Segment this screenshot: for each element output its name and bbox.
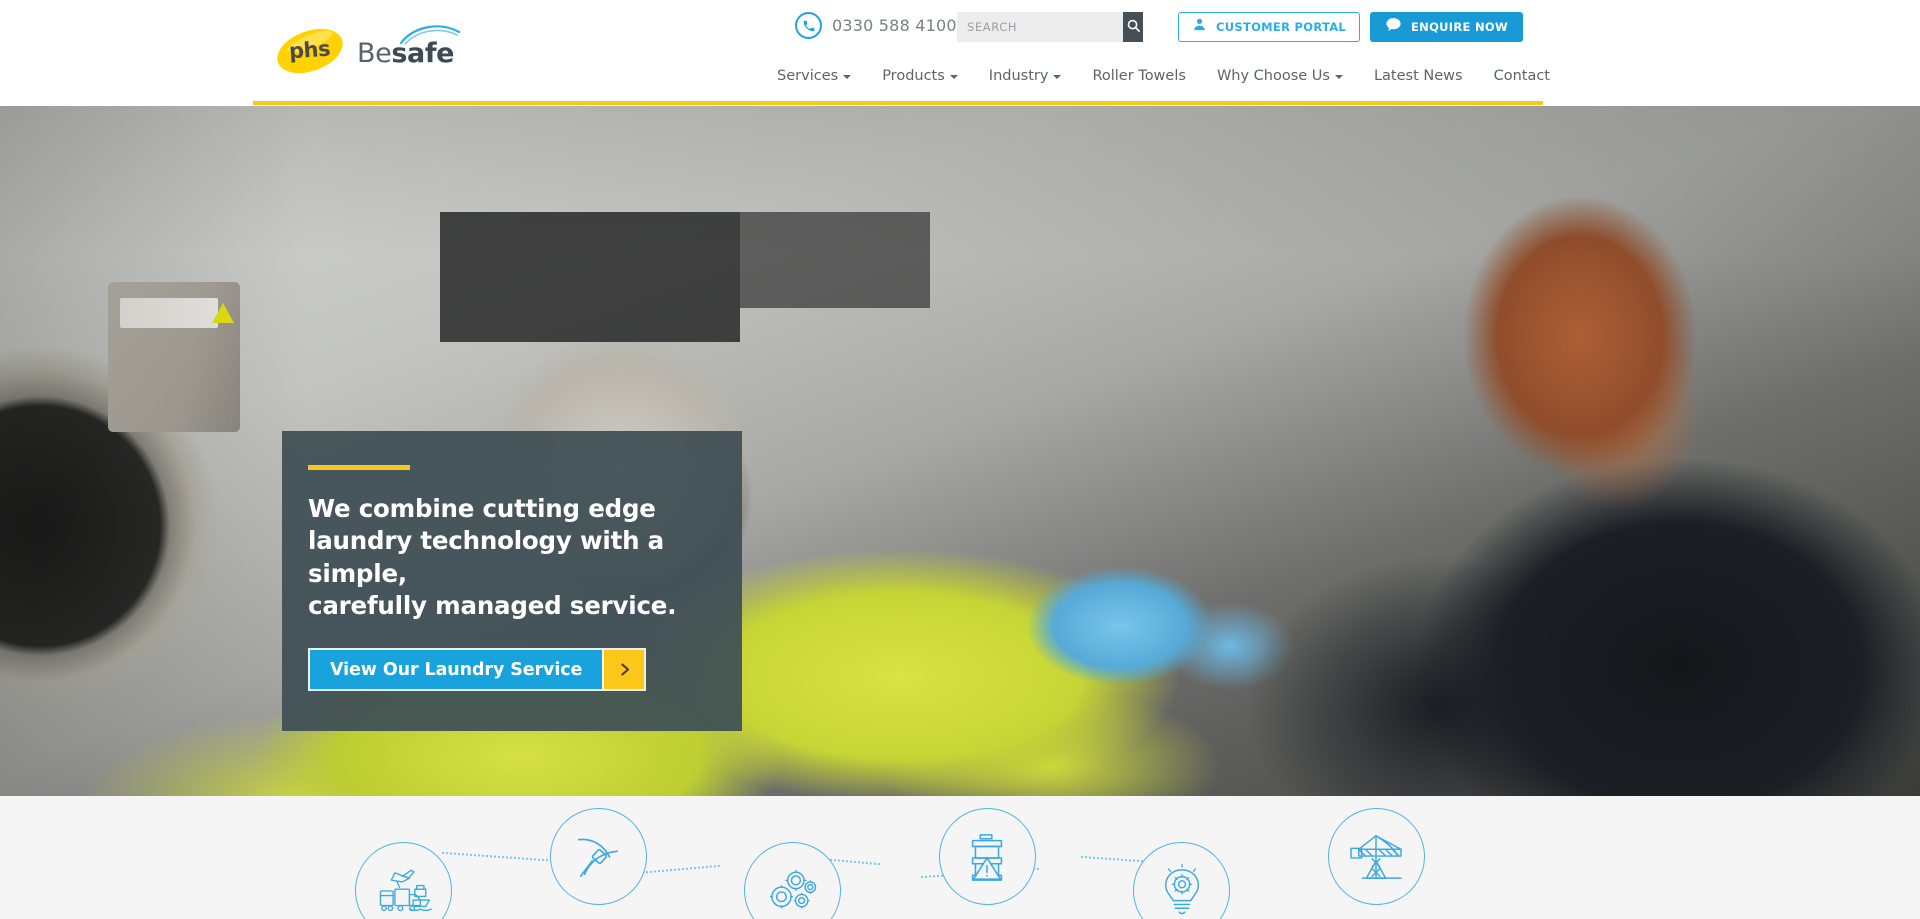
search-button[interactable] [1123,12,1143,42]
header-accent-rule [253,101,1543,105]
main-navigation: Services Products Industry Roller Towels… [777,68,1550,84]
chevron-down-icon [1334,75,1343,79]
industry-icon-mining[interactable] [549,808,647,905]
nav-item-products[interactable]: Products [882,68,958,84]
search-icon [1126,18,1141,36]
phone-icon [795,12,822,39]
logo-besafe-text: Besafe [357,24,461,69]
industry-strip [0,796,1920,919]
customer-portal-button[interactable]: CUSTOMER PORTAL [1178,12,1361,42]
enquire-now-label: ENQUIRE NOW [1411,20,1508,34]
phone-link[interactable]: 0330 588 4100 [795,12,957,39]
nav-label: Products [882,68,945,84]
industry-icon-construction[interactable] [1327,808,1425,905]
chat-bubble-icon [1385,16,1402,38]
nav-item-why-choose-us[interactable]: Why Choose Us [1217,68,1343,84]
industry-icon-engineering[interactable] [744,842,842,919]
logo-swoosh-icon [399,24,461,45]
hero-text-panel: We combine cutting edge laundry technolo… [282,431,742,732]
nav-label: Why Choose Us [1216,68,1330,84]
view-laundry-service-button[interactable]: View Our Laundry Service [308,648,647,692]
chevron-right-icon [602,650,645,690]
nav-label: Industry [988,68,1049,84]
logo-phs-text: phs [288,36,331,64]
nav-label: Latest News [1373,68,1463,84]
chevron-down-icon [1053,75,1062,79]
search-box [957,12,1143,42]
view-laundry-service-label: View Our Laundry Service [310,650,603,690]
phone-number: 0330 588 4100 [832,16,957,35]
search-input[interactable] [957,12,1123,42]
nav-item-latest-news[interactable]: Latest News [1374,68,1463,84]
nav-item-roller-towels[interactable]: Roller Towels [1092,68,1185,84]
industry-icon-transport[interactable] [355,842,452,919]
phs-logo-mark: phs [271,20,349,82]
industry-icon-hazardous-waste[interactable] [938,808,1036,905]
site-header: phs Besafe 0330 588 4100 SEARCH CUSTOMER… [0,0,1920,106]
nav-label: Roller Towels [1092,68,1186,84]
customer-portal-label: CUSTOMER PORTAL [1216,20,1347,34]
enquire-now-button[interactable]: ENQUIRE NOW [1370,12,1523,42]
logo-be: Be [357,37,392,69]
hero-banner: We combine cutting edge laundry technolo… [0,106,1920,796]
user-icon [1192,17,1207,37]
chevron-down-icon [949,75,958,79]
chevron-down-icon [843,75,852,79]
hero-heading: We combine cutting edge laundry technolo… [308,494,677,620]
nav-item-services[interactable]: Services [777,68,852,84]
nav-item-contact[interactable]: Contact [1494,68,1550,84]
page-root: phs Besafe 0330 588 4100 SEARCH CUSTOMER… [0,0,1920,919]
site-logo[interactable]: phs Besafe [271,20,461,82]
nav-item-industry[interactable]: Industry [989,68,1062,84]
nav-label: Services [777,68,839,84]
hero-accent-rule [308,465,410,470]
nav-label: Contact [1493,68,1550,84]
industry-icon-innovation[interactable] [1133,842,1231,919]
